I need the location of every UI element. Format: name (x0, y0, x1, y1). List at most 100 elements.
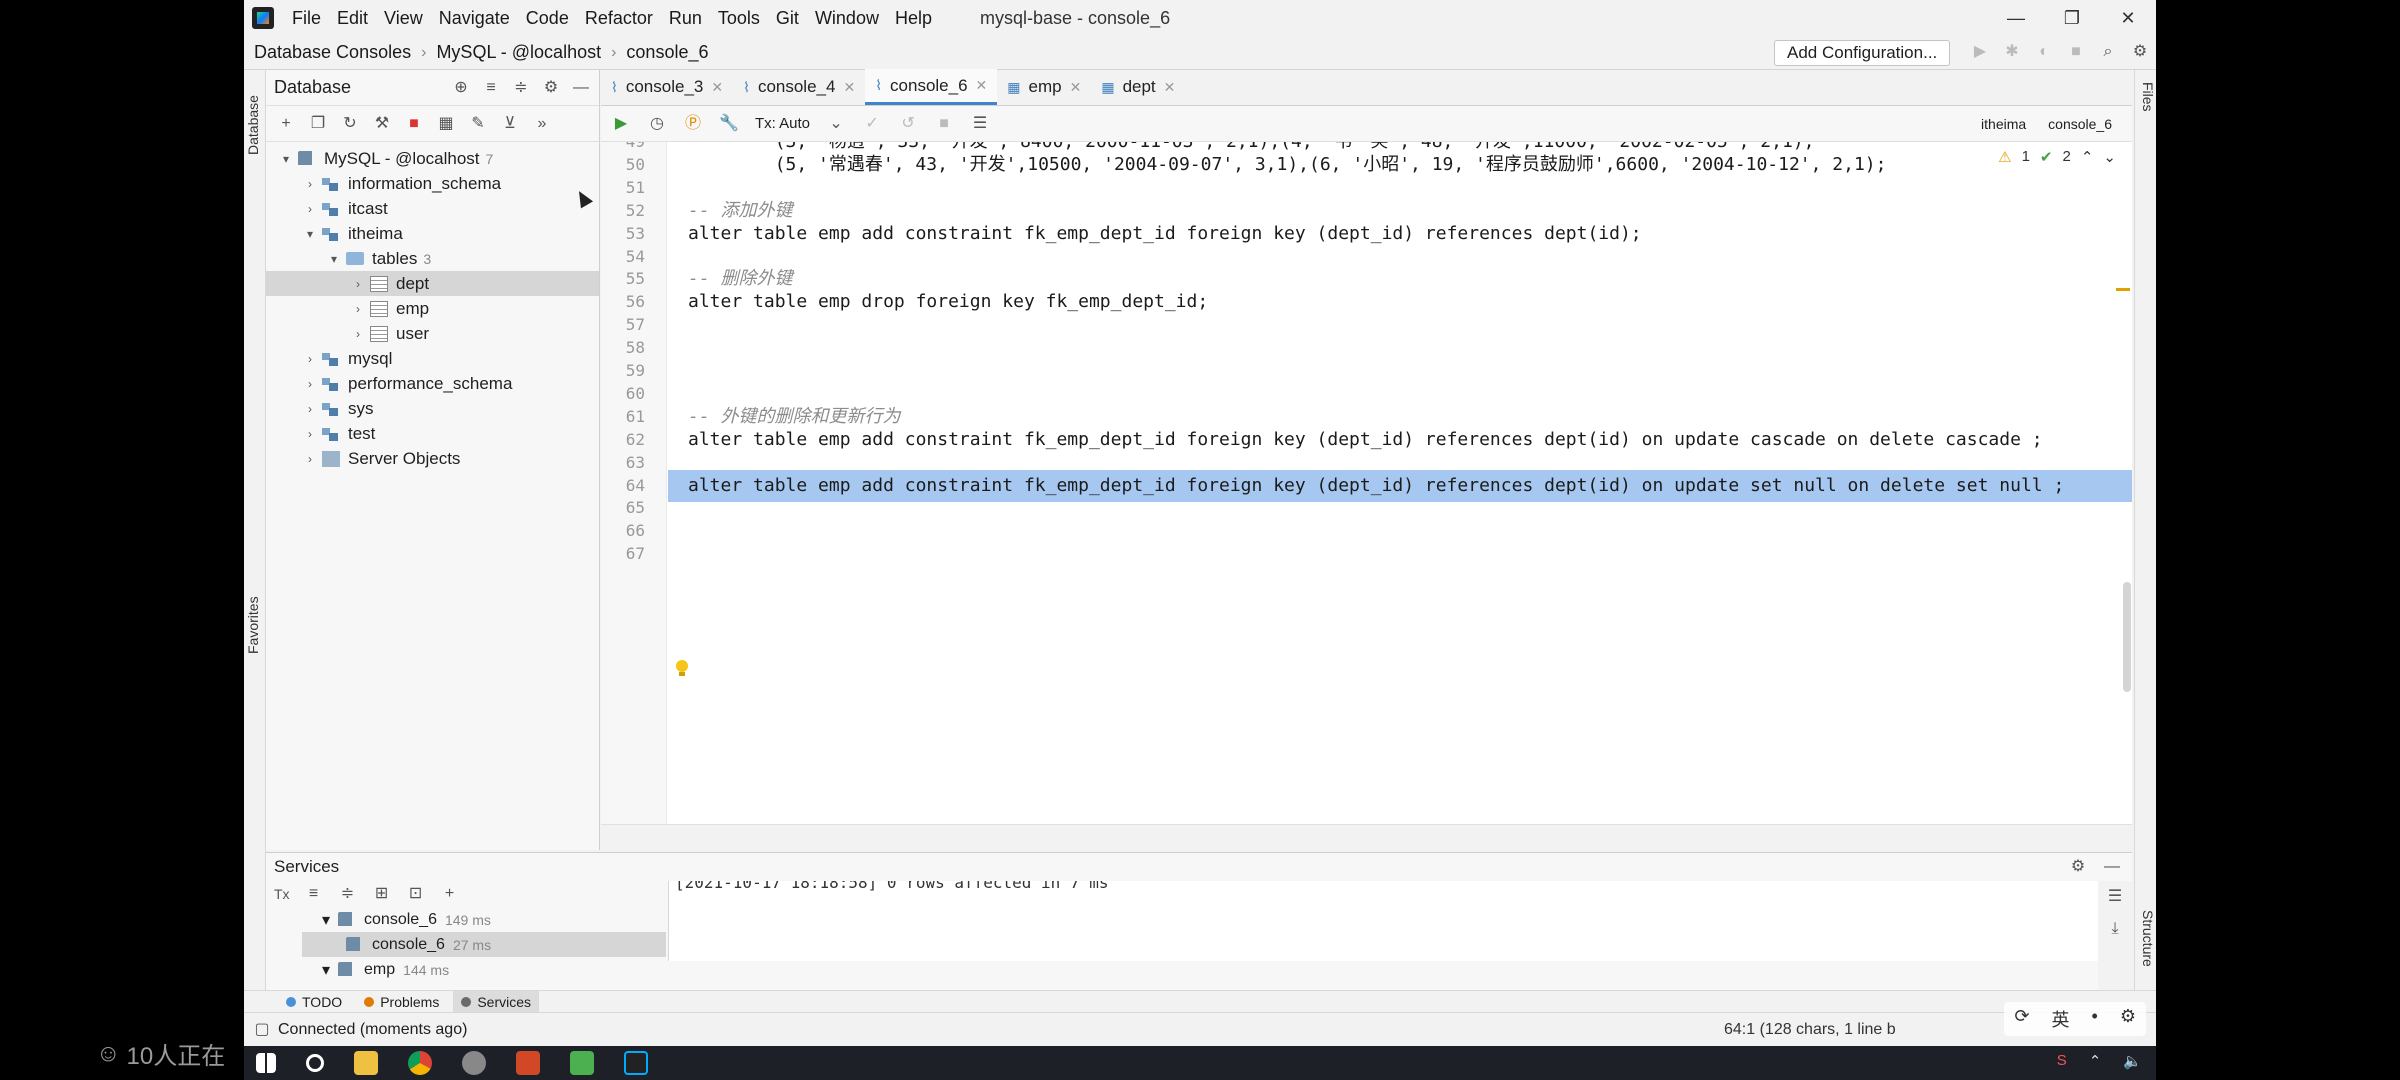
chevron-right-icon[interactable]: › (350, 327, 366, 341)
tree-node-user[interactable]: › user (266, 321, 599, 346)
chevron-down-icon[interactable]: ⌄ (2103, 148, 2116, 166)
properties-icon[interactable]: ⚒ (372, 114, 392, 134)
wrap-icon[interactable]: ☰ (2105, 887, 2125, 907)
tab-console-3[interactable]: ⌇ console_3 ✕ (601, 69, 733, 105)
lightbulb-icon[interactable] (675, 660, 689, 678)
table-view-icon[interactable]: ▦ (436, 114, 456, 134)
expand-all-icon[interactable]: ≡ (481, 78, 501, 98)
close-icon[interactable]: ✕ (976, 77, 988, 94)
chevron-right-icon[interactable]: › (302, 352, 318, 366)
tray-app-icon[interactable]: S (2057, 1052, 2067, 1070)
gear-icon[interactable]: ⚙ (541, 78, 561, 98)
chevron-right-icon[interactable]: › (302, 427, 318, 441)
tree-node-information-schema[interactable]: › information_schema (266, 171, 599, 196)
warning-marker[interactable] (2116, 288, 2130, 291)
settings-wrench-icon[interactable]: 🔧 (719, 114, 739, 134)
gear-icon[interactable]: ⚙ (2068, 857, 2088, 877)
intellij-icon[interactable] (624, 1051, 648, 1075)
execute-icon[interactable]: ▶ (611, 114, 631, 134)
tree-node-emp[interactable]: › emp (266, 296, 599, 321)
layout-icon[interactable]: ⊡ (406, 884, 426, 904)
code-line[interactable]: 67 (601, 538, 2132, 570)
hide-icon[interactable]: — (571, 78, 591, 98)
tree-node-performance-schema[interactable]: › performance_schema (266, 371, 599, 396)
tab-console-6[interactable]: ⌇ console_6 ✕ (865, 69, 998, 105)
chevron-down-icon[interactable]: ▾ (322, 960, 330, 980)
result-view-icon[interactable]: ☰ (970, 114, 990, 134)
tab-emp[interactable]: ▦ emp ✕ (997, 69, 1091, 105)
coverage-icon[interactable]: ◐ (2034, 42, 2054, 62)
chevron-right-icon[interactable]: › (302, 402, 318, 416)
collapse-all-icon[interactable]: ≑ (338, 884, 358, 904)
maximize-button[interactable]: ❐ (2044, 0, 2100, 36)
scrollbar-thumb[interactable] (2123, 582, 2131, 692)
ime-settings-icon[interactable]: ⚙ (2120, 1006, 2136, 1032)
favorites-tool-tab[interactable]: Favorites (245, 580, 265, 670)
search-icon[interactable] (306, 1054, 324, 1072)
collapse-all-icon[interactable]: ≑ (511, 78, 531, 98)
windows-start-icon[interactable] (256, 1053, 276, 1073)
tree-node-server-objects[interactable]: › Server Objects (266, 446, 599, 471)
cancel-query-icon[interactable]: ■ (934, 114, 954, 134)
menu-tools[interactable]: Tools (710, 0, 768, 36)
debug-icon[interactable]: ✱ (2002, 42, 2022, 62)
ime-language[interactable]: 英 (2052, 1006, 2070, 1032)
refresh-icon[interactable]: ↻ (340, 114, 360, 134)
tab-console-4[interactable]: ⌇ console_4 ✕ (733, 69, 865, 105)
add-icon[interactable]: + (440, 884, 460, 904)
console-selector[interactable]: console_6 (2048, 116, 2112, 132)
stop-icon[interactable]: ■ (2066, 42, 2086, 62)
scroll-to-end-icon[interactable]: ⤓ (2105, 919, 2125, 939)
breadcrumb-consoles[interactable]: Database Consoles (244, 42, 421, 63)
tree-node-sys[interactable]: › sys (266, 396, 599, 421)
notepad-icon[interactable] (570, 1051, 594, 1075)
explain-plan-icon[interactable]: Ⓟ (683, 114, 703, 134)
stop-icon[interactable]: ■ (404, 114, 424, 134)
tree-node-itheima[interactable]: ▾ itheima (266, 221, 599, 246)
chevron-right-icon[interactable]: › (302, 177, 318, 191)
structure-tool-tab[interactable]: Structure (2136, 910, 2156, 1000)
chevron-up-icon[interactable]: ⌃ (2081, 148, 2094, 166)
tx-icon[interactable]: Tx (274, 886, 290, 902)
volume-icon[interactable]: 🔈 (2123, 1052, 2142, 1070)
menu-navigate[interactable]: Navigate (431, 0, 518, 36)
services-node[interactable]: ▾ console_6 149 ms (302, 907, 666, 932)
files-tool-tab[interactable]: Files (2136, 82, 2156, 132)
breadcrumb-datasource[interactable]: MySQL - @localhost (426, 42, 611, 63)
services-node[interactable]: ▾ emp 144 ms (302, 957, 666, 982)
tree-node-mysql[interactable]: › mysql (266, 346, 599, 371)
menu-help[interactable]: Help (887, 0, 940, 36)
menu-edit[interactable]: Edit (329, 0, 376, 36)
tree-node-itcast[interactable]: › itcast (266, 196, 599, 221)
services-output[interactable]: [2021-10-17 18:18:58] 0 rows affected in… (668, 881, 2098, 961)
copy-icon[interactable]: ❐ (308, 114, 328, 134)
chevron-right-icon[interactable]: › (350, 302, 366, 316)
chevron-right-icon[interactable]: › (302, 202, 318, 216)
ime-mode-icon[interactable]: ⟳ (2014, 1006, 2029, 1032)
minimize-button[interactable]: — (1988, 0, 2044, 36)
menu-view[interactable]: View (376, 0, 431, 36)
editor-vertical-scrollbar[interactable] (2116, 142, 2132, 824)
chevron-right-icon[interactable]: › (302, 377, 318, 391)
chrome-icon[interactable] (408, 1051, 432, 1075)
filter-icon[interactable]: ⊻ (500, 114, 520, 134)
tool-tab-todo[interactable]: TODO (278, 991, 350, 1013)
chevron-down-icon[interactable]: ▾ (326, 252, 342, 266)
settings-gear-icon[interactable]: ⚙ (2130, 42, 2150, 62)
tab-dept[interactable]: ▦ dept ✕ (1091, 69, 1185, 105)
tree-node-mysql-localhost[interactable]: ▾ MySQL - @localhost 7 (266, 146, 599, 171)
code-editor[interactable]: 49 (3, '杨逍', 33, '开发', 8400,'2000-11-03'… (601, 142, 2132, 824)
chevron-down-icon[interactable]: ▾ (322, 910, 330, 930)
hide-icon[interactable]: — (2102, 857, 2122, 877)
close-icon[interactable]: ✕ (711, 79, 723, 96)
powerpoint-icon[interactable] (516, 1051, 540, 1075)
chevron-down-icon[interactable]: ▾ (278, 152, 294, 166)
add-configuration-button[interactable]: Add Configuration... (1774, 40, 1951, 66)
status-square-icon[interactable]: ▢ (252, 1020, 272, 1040)
close-button[interactable]: ✕ (2100, 0, 2156, 36)
expand-all-icon[interactable]: ≡ (304, 884, 324, 904)
edit-icon[interactable]: ✎ (468, 114, 488, 134)
target-icon[interactable]: ⊕ (451, 78, 471, 98)
menu-git[interactable]: Git (768, 0, 807, 36)
caret-position[interactable]: 64:1 (128 chars, 1 line b (1724, 1021, 1896, 1039)
